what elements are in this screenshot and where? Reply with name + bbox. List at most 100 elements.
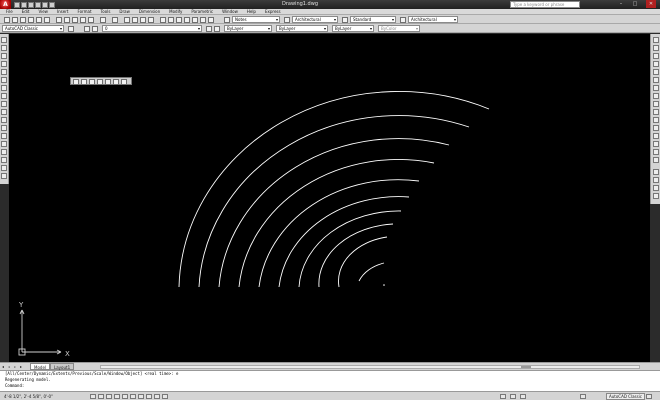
design-center-icon[interactable] [168,17,174,23]
construction-line-icon[interactable] [1,45,7,51]
polyline-icon[interactable] [1,53,7,59]
maximize-button[interactable]: □ [630,0,640,8]
open-icon[interactable] [21,1,27,8]
copy-icon[interactable] [64,17,70,23]
rectangle-icon[interactable] [1,69,7,75]
make-block-icon[interactable] [1,133,7,139]
mirror-icon[interactable] [653,53,659,59]
menu-modify[interactable]: Modify [169,9,182,14]
block-editor-icon[interactable] [88,17,94,23]
plot-style-dropdown[interactable]: ByColor [378,25,420,32]
draw-order-icon[interactable] [653,169,659,175]
next-tab-icon[interactable]: ▹ [14,364,19,369]
tab-model[interactable]: Model [30,363,51,370]
menu-help[interactable]: Help [247,9,256,14]
zoom-window-icon[interactable] [140,17,146,23]
copy-object-icon[interactable] [653,45,659,51]
paste-icon[interactable] [72,17,78,23]
clean-screen-icon[interactable] [646,394,652,399]
text-edit-icon[interactable] [653,177,659,183]
workspace-settings-icon[interactable] [68,26,74,32]
array-icon[interactable] [653,69,659,75]
ortho-mode-icon[interactable] [106,394,112,399]
menu-insert[interactable]: Insert [57,9,68,14]
publish-icon[interactable] [44,17,50,23]
markup-icon[interactable] [192,17,198,23]
zoom-out-icon[interactable] [121,79,127,85]
erase-icon[interactable] [653,37,659,43]
chamfer-icon[interactable] [653,141,659,147]
plot-icon[interactable] [28,17,34,23]
menu-format[interactable]: Format [77,9,91,14]
point-icon[interactable] [1,141,7,147]
plot-icon[interactable] [35,1,41,8]
polar-tracking-icon[interactable] [114,394,120,399]
menu-dimension[interactable]: Dimension [139,9,160,14]
ellipse-icon[interactable] [1,109,7,115]
redo-icon[interactable] [49,1,55,8]
zoom-status-icon[interactable] [520,394,526,399]
join-icon[interactable] [653,133,659,139]
application-menu-button[interactable]: A [0,0,11,9]
layer-dropdown[interactable]: 0 [102,25,202,32]
layer-state-icon[interactable] [92,26,98,32]
zoom-in-icon[interactable] [113,79,119,85]
minimize-button[interactable]: – [616,0,626,8]
spline-icon[interactable] [1,101,7,107]
scale-icon[interactable] [653,93,659,99]
match-properties-icon[interactable] [80,17,86,23]
circle-icon[interactable] [1,85,7,91]
properties-icon[interactable] [160,17,166,23]
zoom-previous-icon[interactable] [148,17,154,23]
region-icon[interactable] [1,165,7,171]
lineweight-dropdown[interactable]: ByLayer [332,25,374,32]
arc-icon[interactable] [1,77,7,83]
tab-layout1[interactable]: Layout1 [50,363,75,370]
zoom-realtime-icon[interactable] [132,17,138,23]
menu-file[interactable]: File [6,9,13,14]
scrollbar-thumb[interactable] [521,366,531,368]
mleader-style-dropdown[interactable]: Architectural [408,16,458,23]
menu-tools[interactable]: Tools [101,9,111,14]
zoom-extents-icon[interactable] [81,79,87,85]
command-window[interactable]: [All/Center/Dynamic/Extents/Previous/Sca… [0,370,660,391]
quickcalc-icon[interactable] [200,17,206,23]
save-icon[interactable] [28,1,34,8]
polygon-icon[interactable] [1,61,7,67]
make-current-layer-icon[interactable] [206,26,212,32]
annotation-scale-icon[interactable] [580,394,586,399]
offset-icon[interactable] [653,61,659,67]
rotate-icon[interactable] [653,85,659,91]
plot-preview-icon[interactable] [36,17,42,23]
break-icon[interactable] [653,125,659,131]
zoom-object-icon[interactable] [105,79,111,85]
dim-style-dropdown[interactable]: Architectural [292,16,338,23]
pan-status-icon[interactable] [510,394,516,399]
coordinates-readout[interactable]: 4'-8 1/2", 2'-4 5/8", 0'-0" [4,394,53,399]
new-icon[interactable] [14,1,20,8]
open-icon[interactable] [12,17,18,23]
dynamic-input-icon[interactable] [146,394,152,399]
properties-palette-icon[interactable] [653,185,659,191]
quick-properties-icon[interactable] [162,394,168,399]
text-style-dropdown[interactable]: Notes [232,16,280,23]
close-button[interactable]: ✕ [646,0,656,8]
layer-properties-icon[interactable] [84,26,90,32]
revision-cloud-icon[interactable] [1,93,7,99]
explode-icon[interactable] [653,157,659,163]
command-prompt[interactable]: Command: [0,383,660,389]
stretch-icon[interactable] [653,101,659,107]
cut-icon[interactable] [56,17,62,23]
qnew-icon[interactable] [4,17,10,23]
linetype-dropdown[interactable]: ByLayer [276,25,328,32]
first-tab-icon[interactable]: ◂ [2,364,7,369]
model-space-icon[interactable] [500,394,506,399]
undo-icon[interactable] [100,17,106,23]
workspace-dropdown[interactable]: AutoCAD Classic [2,25,64,32]
undo-icon[interactable] [42,1,48,8]
layer-match-icon[interactable] [653,193,659,199]
workspace-switch[interactable]: AutoCAD Classic [606,393,646,400]
extend-icon[interactable] [653,117,659,123]
zoom-all-icon[interactable] [73,79,79,85]
ellipse-arc-icon[interactable] [1,117,7,123]
